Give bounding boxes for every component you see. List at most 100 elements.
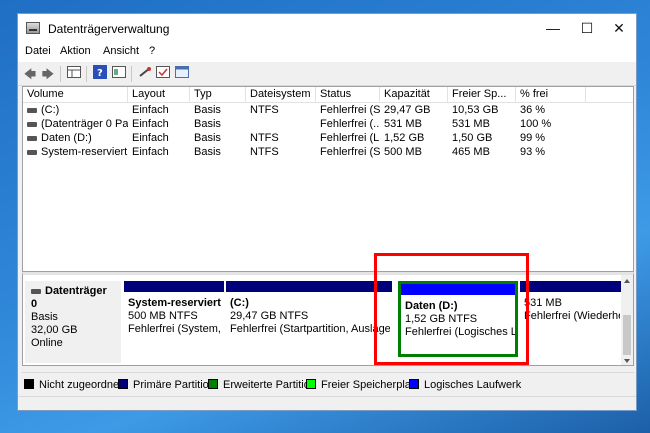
legend-item-logical: Logisches Laufwerk bbox=[409, 379, 521, 391]
disk-info[interactable]: Datenträger 0 Basis 32,00 GB Online bbox=[25, 281, 121, 363]
column-header-typ[interactable]: Typ bbox=[190, 87, 246, 102]
partition-status: Fehlerfrei (Wiederher: bbox=[524, 310, 620, 322]
cell-prozent-frei: 99 % bbox=[520, 132, 546, 144]
cell-dateisystem: NTFS bbox=[250, 104, 279, 116]
column-header-volume[interactable]: Volume bbox=[23, 87, 128, 102]
cell-kapazitaet: 29,47 GB bbox=[384, 104, 431, 116]
volume-list-header: Volume Layout Typ Dateisystem Status Kap… bbox=[23, 87, 633, 103]
cell-dateisystem bbox=[246, 117, 316, 131]
cell-freier-speicher: 1,50 GB bbox=[452, 132, 493, 144]
legend-item-extended: Erweiterte Partition bbox=[208, 379, 316, 391]
menu-aktion[interactable]: Aktion bbox=[60, 45, 91, 57]
legend-swatch bbox=[306, 379, 316, 389]
legend-swatch bbox=[118, 379, 128, 389]
svg-text:?: ? bbox=[97, 68, 103, 79]
partition-status: Fehlerfrei (System, A bbox=[128, 323, 222, 335]
cell-volume: (Datenträger 0 Par... bbox=[23, 117, 128, 131]
legend-item-unallocated: Nicht zugeordnet bbox=[24, 379, 122, 391]
legend-item-primary: Primäre Partition bbox=[118, 379, 215, 391]
partition-size: 29,47 GB NTFS bbox=[230, 310, 309, 322]
legend-swatch bbox=[208, 379, 218, 389]
disk-type: Basis bbox=[31, 311, 58, 323]
table-row[interactable]: Daten (D:) Einfach Basis NTFS Fehlerfrei… bbox=[23, 131, 633, 145]
cell-prozent-frei: 36 % bbox=[520, 104, 546, 116]
column-header-status[interactable]: Status bbox=[316, 87, 380, 102]
forward-icon[interactable]: 🡆 bbox=[39, 65, 57, 83]
disk-name: Datenträger 0 bbox=[31, 285, 107, 310]
toolbar-separator bbox=[86, 66, 87, 82]
cell-typ: Basis bbox=[194, 146, 221, 158]
title-bar[interactable]: Datenträgerverwaltung — ☐ ✕ bbox=[18, 14, 636, 42]
cell-layout: Einfach bbox=[132, 146, 169, 158]
legend-swatch bbox=[409, 379, 419, 389]
back-icon[interactable]: 🡄 bbox=[21, 65, 39, 83]
partition-system-reserved[interactable]: System-reserviert 500 MB NTFS Fehlerfrei… bbox=[124, 281, 224, 357]
cell-status: Fehlerfrei (L... bbox=[320, 132, 380, 144]
cell-prozent-frei: 93 % bbox=[520, 146, 546, 158]
help-icon[interactable]: ? bbox=[91, 65, 109, 83]
table-row[interactable]: (Datenträger 0 Par... Einfach Basis Fehl… bbox=[23, 117, 633, 131]
column-header-layout[interactable]: Layout bbox=[128, 87, 190, 102]
disk-size: 32,00 GB bbox=[31, 324, 78, 336]
disk-management-icon bbox=[26, 22, 40, 34]
cell-dateisystem: NTFS bbox=[250, 132, 279, 144]
cell-typ: Basis bbox=[194, 132, 221, 144]
partition-size: 531 MB bbox=[524, 297, 562, 309]
cell-typ: Basis bbox=[194, 118, 221, 130]
partition-bar bbox=[124, 281, 224, 292]
cell-typ: Basis bbox=[194, 104, 221, 116]
cell-layout: Einfach bbox=[132, 118, 169, 130]
partition-name: (C:) bbox=[230, 297, 249, 309]
disk-graphical-view[interactable]: Datenträger 0 Basis 32,00 GB Online Syst… bbox=[22, 272, 634, 366]
partition-c[interactable]: (C:) 29,47 GB NTFS Fehlerfrei (Startpart… bbox=[226, 281, 392, 357]
cell-status: Fehlerfrei (S... bbox=[320, 146, 380, 158]
menu-bar: Datei Aktion Ansicht ? bbox=[18, 42, 636, 62]
toolbar-separator bbox=[131, 66, 132, 82]
partition-status: Fehlerfrei (Logisches La bbox=[405, 326, 515, 338]
partition-size: 1,52 GB NTFS bbox=[405, 313, 478, 325]
volume-list[interactable]: Volume Layout Typ Dateisystem Status Kap… bbox=[22, 86, 634, 272]
disk-state: Online bbox=[31, 337, 63, 349]
console-icon[interactable] bbox=[173, 65, 191, 83]
column-header-freier-speicher[interactable]: Freier Sp... bbox=[448, 87, 516, 102]
partition-name: System-reserviert bbox=[128, 297, 221, 309]
partition-d[interactable]: Daten (D:) 1,52 GB NTFS Fehlerfrei (Logi… bbox=[398, 281, 518, 357]
drive-icon bbox=[27, 135, 37, 141]
partition-bar bbox=[401, 284, 515, 295]
table-row[interactable]: System-reserviert Einfach Basis NTFS Feh… bbox=[23, 145, 633, 159]
cell-freier-speicher: 465 MB bbox=[452, 146, 490, 158]
properties-icon[interactable] bbox=[110, 65, 128, 83]
drive-icon bbox=[27, 107, 37, 113]
table-row[interactable]: (C:) Einfach Basis NTFS Fehlerfrei (S...… bbox=[23, 103, 633, 117]
column-header-dateisystem[interactable]: Dateisystem bbox=[246, 87, 316, 102]
status-bar bbox=[18, 396, 636, 410]
cell-volume: System-reserviert bbox=[23, 145, 128, 159]
column-header-prozent-frei[interactable]: % frei bbox=[516, 87, 586, 102]
window-title: Datenträgerverwaltung bbox=[48, 22, 170, 36]
legend-item-free-space: Freier Speicherplatz bbox=[306, 379, 419, 391]
cell-kapazitaet: 531 MB bbox=[384, 118, 422, 130]
close-button[interactable]: ✕ bbox=[596, 14, 636, 42]
cell-layout: Einfach bbox=[132, 104, 169, 116]
vertical-scrollbar[interactable] bbox=[621, 275, 633, 365]
cell-volume: Daten (D:) bbox=[23, 131, 128, 145]
cell-status: Fehlerfrei (S... bbox=[320, 104, 380, 116]
check-icon[interactable] bbox=[154, 65, 172, 83]
partition-bar bbox=[226, 281, 392, 292]
partition-recovery[interactable]: 531 MB Fehlerfrei (Wiederher: bbox=[520, 281, 621, 357]
menu-help[interactable]: ? bbox=[149, 45, 155, 57]
menu-ansicht[interactable]: Ansicht bbox=[103, 45, 139, 57]
toolbar: 🡄 🡆 ? bbox=[18, 62, 636, 86]
legend: Nicht zugeordnet Primäre Partition Erwei… bbox=[22, 372, 634, 394]
menu-datei[interactable]: Datei bbox=[25, 45, 51, 57]
toolbar-separator bbox=[60, 66, 61, 82]
disk-management-window: Datenträgerverwaltung — ☐ ✕ Datei Aktion… bbox=[17, 13, 637, 411]
cell-dateisystem: NTFS bbox=[250, 146, 279, 158]
drive-icon bbox=[27, 121, 37, 127]
cell-volume: (C:) bbox=[23, 103, 128, 117]
cell-layout: Einfach bbox=[132, 132, 169, 144]
partition-status: Fehlerfrei (Startpartition, Auslagerun bbox=[230, 323, 390, 335]
column-header-kapazitaet[interactable]: Kapazität bbox=[380, 87, 448, 102]
key-icon[interactable] bbox=[136, 65, 154, 83]
grid-icon[interactable] bbox=[65, 65, 83, 83]
